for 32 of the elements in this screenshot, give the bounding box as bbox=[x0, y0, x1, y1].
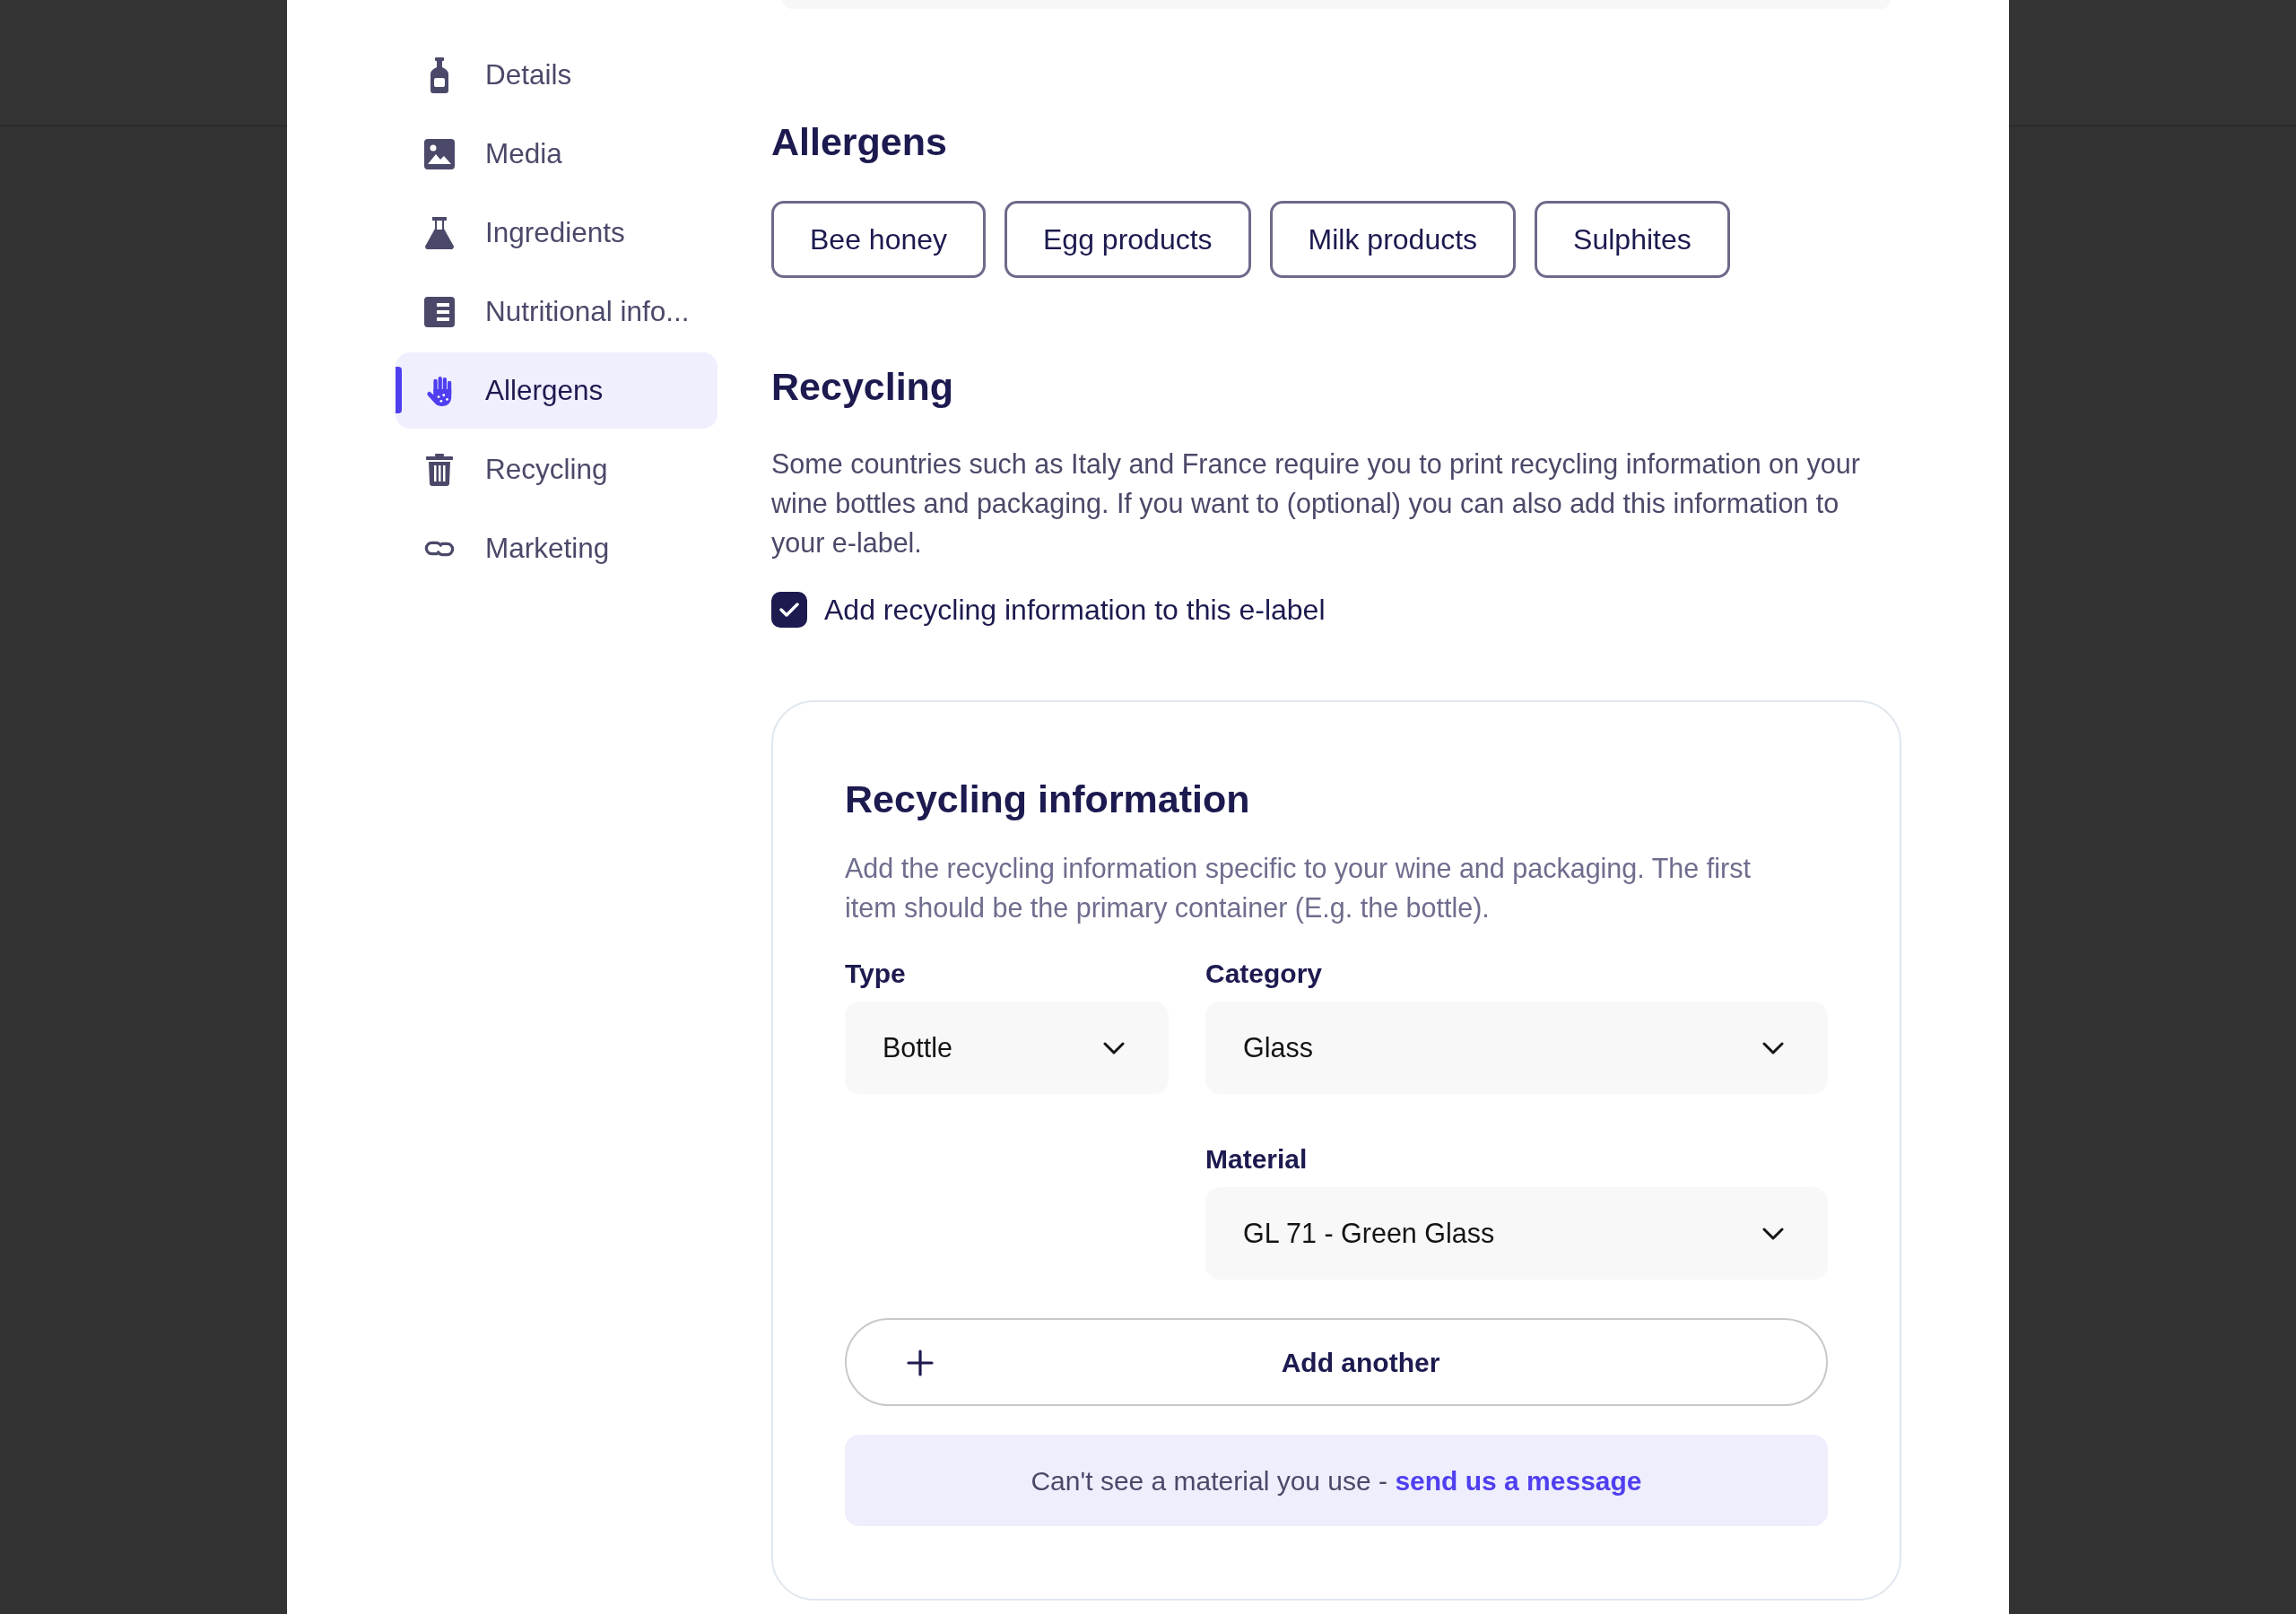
dropdown-select[interactable]: Glass bbox=[1205, 1002, 1828, 1094]
chevron-down-icon bbox=[1762, 1041, 1784, 1054]
card-title: Recycling information bbox=[845, 777, 1251, 820]
bottle-icon bbox=[430, 56, 449, 93]
allergen-button[interactable]: Milk products bbox=[1269, 201, 1517, 278]
add-another-button[interactable]: Add another bbox=[845, 1318, 1828, 1406]
field-label: Category bbox=[1205, 958, 1324, 990]
allergen-button[interactable]: Egg products bbox=[1004, 201, 1251, 278]
field-label: Type bbox=[845, 958, 907, 990]
notice-text: Can't see a material you use - send us a message bbox=[1031, 1464, 1642, 1497]
allergen-button[interactable]: Sulphites bbox=[1535, 201, 1730, 278]
checkbox[interactable] bbox=[771, 592, 807, 628]
card-description: Add the recycling information specific to your wine and packaging. The first item should be the primary container (E.g. the bottle). bbox=[845, 852, 1752, 925]
chevron-down-icon bbox=[1762, 1227, 1784, 1240]
selection-indicator bbox=[396, 367, 402, 413]
image-icon bbox=[424, 138, 455, 169]
section-description: Some countries such as Italy and France require you to print recycling information on your wine bottles and packaging. If you want to (optional) you can also add this information to your e-label. bbox=[771, 447, 1861, 560]
section-heading: Allergens bbox=[771, 120, 948, 163]
sidebar-item[interactable]: Allergens bbox=[396, 352, 718, 429]
dropdown-select[interactable]: GL 71 - Green Glass bbox=[1205, 1187, 1828, 1280]
checkbox-label: Add recycling information to this e-label bbox=[824, 593, 1326, 628]
flask-icon bbox=[425, 216, 454, 249]
section-heading: Recycling bbox=[771, 365, 955, 408]
dropdown-select[interactable]: Bottle bbox=[845, 1002, 1169, 1094]
chevron-down-icon bbox=[1103, 1041, 1125, 1054]
field-label: Material bbox=[1205, 1143, 1309, 1176]
allergen-button[interactable]: Bee honey bbox=[771, 201, 986, 278]
plus-icon bbox=[907, 1349, 934, 1376]
checkmark-icon bbox=[779, 603, 799, 617]
send-message-link[interactable]: send us a message bbox=[1395, 1465, 1642, 1496]
trash-icon bbox=[426, 453, 453, 486]
document-list-icon bbox=[424, 296, 455, 327]
